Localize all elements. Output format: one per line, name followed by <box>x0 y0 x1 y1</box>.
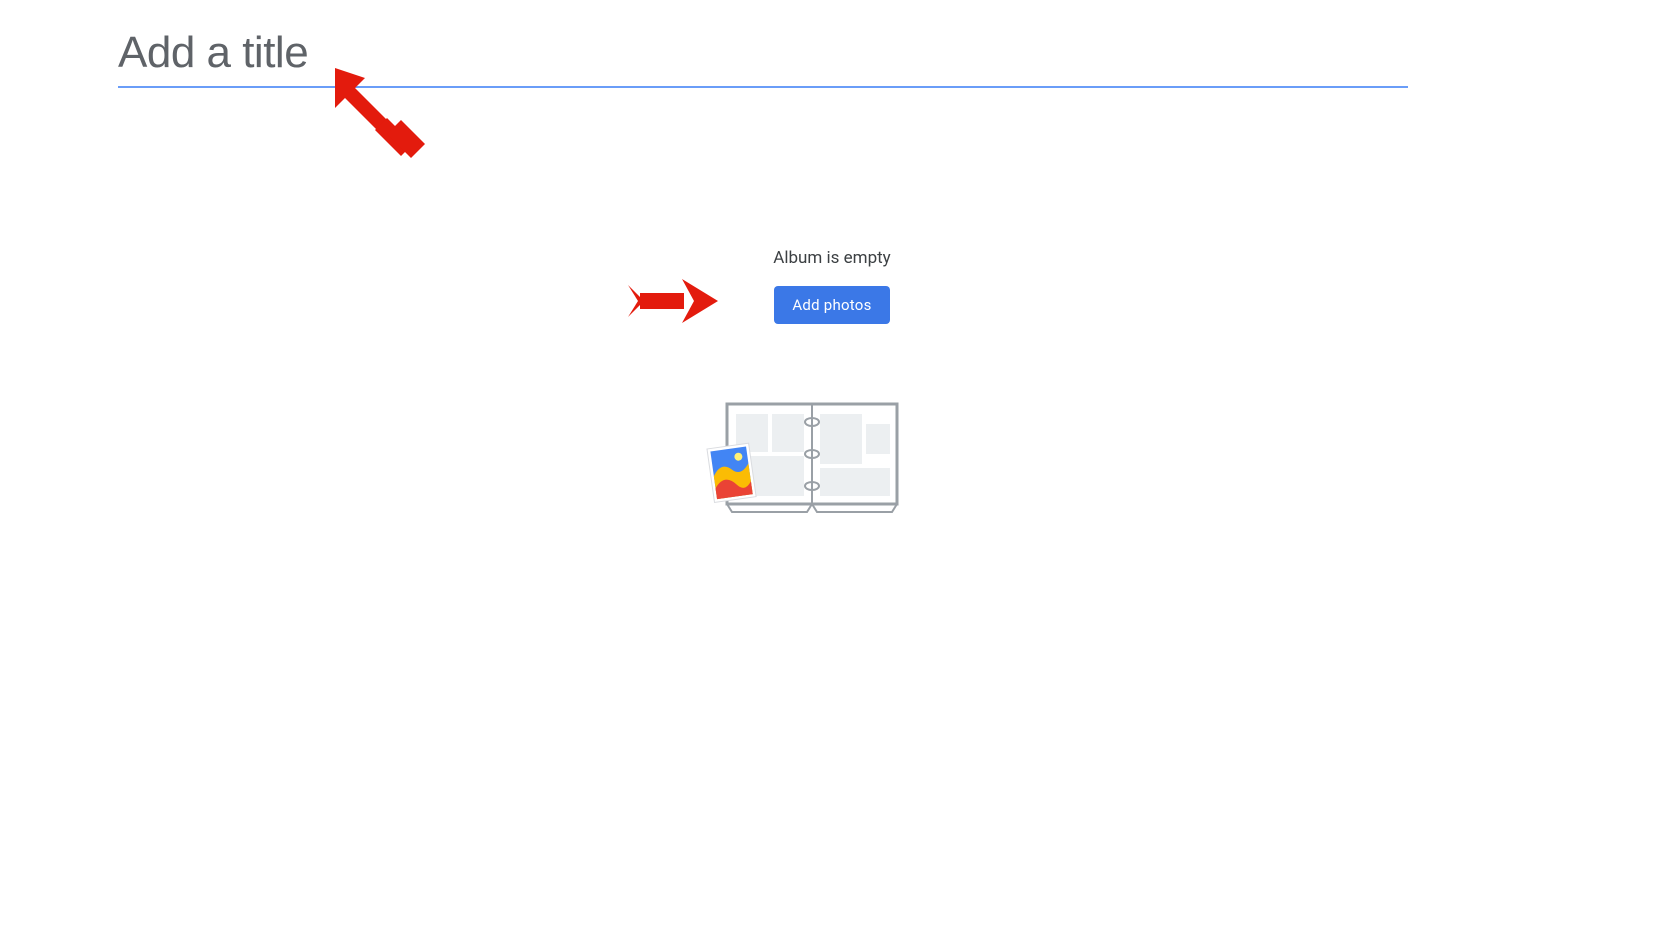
annotation-arrow-title <box>335 68 425 162</box>
album-title-input[interactable] <box>118 28 1408 88</box>
album-title-container <box>118 28 1408 88</box>
annotation-arrow-button <box>628 279 718 327</box>
empty-state-message: Album is empty <box>773 248 890 268</box>
empty-album-illustration <box>692 394 912 528</box>
add-photos-button[interactable]: Add photos <box>774 286 889 324</box>
